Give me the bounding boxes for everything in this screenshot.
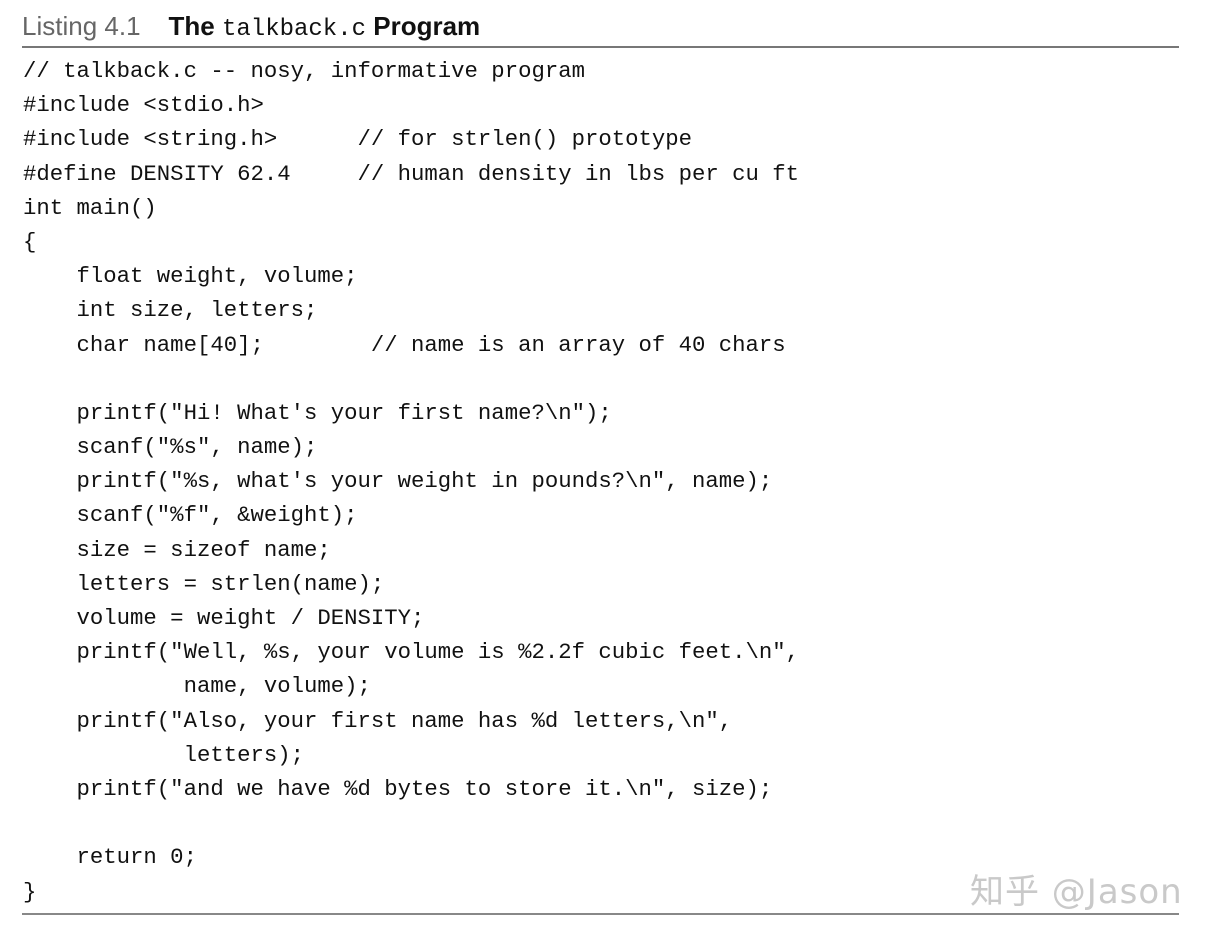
title-prefix: The — [168, 11, 222, 41]
title-filename: talkback.c — [221, 16, 367, 43]
code-line: float weight, volume; — [23, 263, 358, 290]
code-line: } — [23, 878, 37, 905]
bottom-divider — [22, 913, 1179, 915]
code-line: #define DENSITY 62.4 // human density in… — [23, 160, 800, 187]
code-line: letters); — [23, 741, 304, 768]
code-line: name, volume); — [23, 673, 371, 700]
code-line: #include <stdio.h> — [23, 92, 264, 119]
code-listing: // talkback.c -- nosy, informative progr… — [23, 54, 799, 909]
code-line: int main() — [23, 194, 157, 221]
watermark: 知乎 @Jason — [970, 872, 1183, 912]
top-divider — [22, 46, 1179, 48]
code-line: printf("Hi! What's your first name?\n"); — [23, 399, 612, 426]
listing-title: The talkback.c Program — [168, 11, 481, 43]
code-line: letters = strlen(name); — [23, 570, 385, 597]
code-line: char name[40]; // name is an array of 40… — [23, 331, 786, 358]
code-line: return 0; — [23, 844, 197, 871]
code-line: printf("Also, your first name has %d let… — [23, 707, 733, 734]
code-line: int size, letters; — [23, 297, 318, 324]
code-line: volume = weight / DENSITY; — [23, 605, 425, 631]
listing-caption: Listing 4.1 The talkback.c Program — [22, 8, 480, 48]
code-line: #include <string.h> // for strlen() prot… — [23, 126, 693, 153]
code-line: printf("%s, what's your weight in pounds… — [23, 468, 773, 495]
code-line: scanf("%s", name); — [23, 434, 318, 461]
code-line: scanf("%f", &weight); — [23, 502, 358, 529]
code-line: printf("and we have %d bytes to store it… — [23, 775, 773, 802]
listing-number: Listing 4.1 — [22, 11, 141, 41]
code-line: printf("Well, %s, your volume is %2.2f c… — [23, 639, 800, 666]
title-suffix: Program — [366, 11, 481, 41]
code-line: size = sizeof name; — [23, 536, 331, 563]
code-line: { — [23, 228, 37, 255]
code-line: // talkback.c -- nosy, informative progr… — [23, 58, 585, 84]
